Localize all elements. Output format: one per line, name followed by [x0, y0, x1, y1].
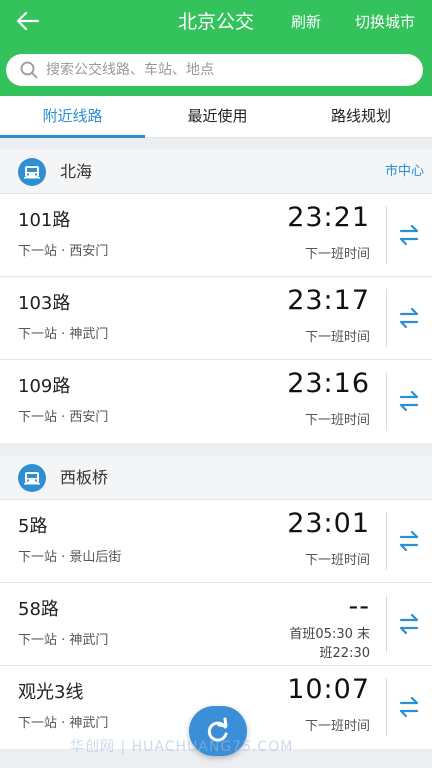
tab-bar: 附近线路 最近使用 路线规划 — [0, 96, 432, 138]
next-stop: 下一站 · 西安门 — [18, 244, 109, 259]
stop-name: 西板桥 — [60, 468, 109, 487]
divider — [386, 289, 387, 347]
divider — [386, 678, 387, 736]
bus-stop-icon — [18, 464, 46, 492]
swap-arrows-icon — [399, 613, 419, 635]
swap-direction-button[interactable] — [394, 303, 424, 333]
search-icon — [20, 61, 38, 79]
search-bar — [0, 44, 432, 96]
swap-arrows-icon — [399, 696, 419, 718]
route-row[interactable]: 101路 下一站 · 西安门 23:21 下一班时间 — [0, 194, 432, 277]
next-bus-time-label: 下一班时间 — [304, 553, 370, 568]
next-stop: 下一站 · 西安门 — [18, 410, 109, 425]
route-name: 5路 — [18, 516, 48, 537]
schedule-last-bus: 班22:30 — [319, 646, 370, 661]
bus-stop-icon — [18, 158, 46, 186]
schedule-info: 首班05:30 末 班22:30 — [270, 625, 370, 663]
route-name: 103路 — [18, 293, 71, 314]
swap-arrows-icon — [399, 307, 419, 329]
swap-direction-button[interactable] — [394, 692, 424, 722]
tab-nearby-routes[interactable]: 附近线路 — [0, 96, 145, 138]
switch-city-button[interactable]: 切换城市 — [355, 0, 415, 44]
tab-recent[interactable]: 最近使用 — [145, 96, 290, 138]
swap-arrows-icon — [399, 530, 419, 552]
route-name: 101路 — [18, 210, 71, 231]
stop-name: 北海 — [60, 162, 93, 181]
next-bus-time-label: 下一班时间 — [304, 330, 370, 345]
next-bus-time: 23:16 — [287, 368, 370, 399]
search-box[interactable] — [6, 54, 423, 86]
next-bus-time: -- — [348, 591, 370, 622]
next-bus-time: 23:01 — [287, 508, 370, 539]
arrow-left-icon — [16, 11, 40, 31]
next-stop: 下一站 · 神武门 — [18, 716, 109, 731]
next-bus-time: 23:17 — [287, 285, 370, 316]
swap-arrows-icon — [399, 224, 419, 246]
route-row[interactable]: 58路 下一站 · 神武门 -- 首班05:30 末 班22:30 — [0, 583, 432, 666]
schedule-first-bus: 首班05:30 末 — [289, 627, 370, 642]
route-row[interactable]: 5路 下一站 · 景山后街 23:01 下一班时间 — [0, 500, 432, 583]
swap-direction-button[interactable] — [394, 220, 424, 250]
route-row[interactable]: 103路 下一站 · 神武门 23:17 下一班时间 — [0, 277, 432, 360]
active-tab-indicator — [0, 135, 145, 138]
divider — [386, 512, 387, 570]
next-bus-time-label: 下一班时间 — [304, 719, 370, 734]
refresh-button[interactable]: 刷新 — [291, 0, 321, 44]
next-stop: 下一站 · 神武门 — [18, 327, 109, 342]
route-row[interactable]: 109路 下一站 · 西安门 23:16 下一班时间 — [0, 360, 432, 443]
tab-route-planning[interactable]: 路线规划 — [290, 96, 432, 138]
next-bus-time-label: 下一班时间 — [304, 247, 370, 262]
swap-direction-button[interactable] — [394, 386, 424, 416]
route-name: 观光3线 — [18, 682, 84, 703]
search-input[interactable] — [46, 62, 406, 78]
next-bus-time-label: 下一班时间 — [304, 413, 370, 428]
area-tag: 市中心 — [384, 164, 424, 179]
next-stop: 下一站 · 景山后街 — [18, 550, 122, 565]
divider — [386, 206, 387, 264]
app-header: 北京公交 刷新 切换城市 — [0, 0, 432, 44]
divider — [386, 372, 387, 430]
divider — [386, 595, 387, 653]
next-bus-time: 23:21 — [287, 202, 370, 233]
stop-header[interactable]: 北海 市中心 — [0, 150, 432, 194]
next-bus-time: 10:07 — [287, 674, 370, 705]
route-name: 58路 — [18, 599, 59, 620]
back-button[interactable] — [16, 6, 56, 36]
stop-group: 北海 市中心 101路 下一站 · 西安门 23:21 下一班时间 103路 下… — [0, 150, 432, 443]
swap-arrows-icon — [399, 390, 419, 412]
next-stop: 下一站 · 神武门 — [18, 633, 109, 648]
route-name: 109路 — [18, 376, 71, 397]
swap-direction-button[interactable] — [394, 526, 424, 556]
stop-header[interactable]: 西板桥 — [0, 456, 432, 500]
swap-direction-button[interactable] — [394, 609, 424, 639]
watermark: 华创网 | HUACHUANG75.COM — [70, 739, 294, 755]
